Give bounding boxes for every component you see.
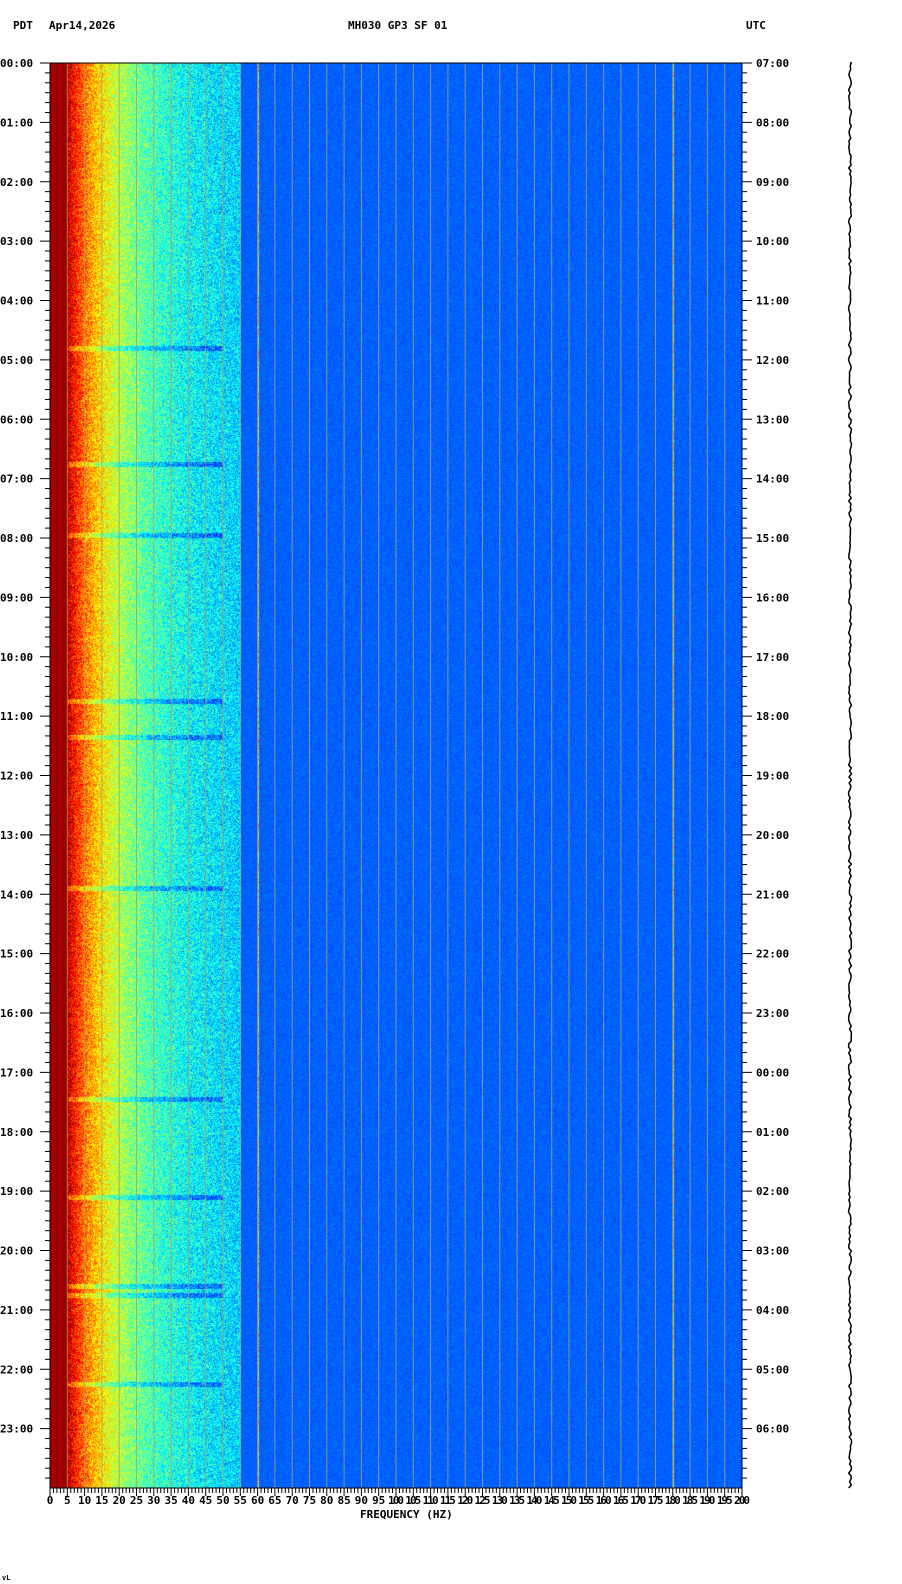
y-tick-label-left: 14:00 <box>0 888 33 901</box>
y-tick-label-left: 06:00 <box>0 413 33 426</box>
x-tick-label-125: 125 <box>475 1494 491 1507</box>
x-tick-label-15: 15 <box>95 1494 108 1507</box>
x-tick-label-130: 130 <box>492 1494 508 1507</box>
x-tick-label-160: 160 <box>596 1494 612 1507</box>
x-tick-label-135: 135 <box>509 1494 525 1507</box>
y-tick-label-right: 21:00 <box>756 888 789 901</box>
y-tick-label-right: 11:00 <box>756 295 789 308</box>
x-tick-label-20: 20 <box>113 1494 126 1507</box>
y-tick-label-left: 17:00 <box>0 1066 33 1079</box>
x-tick-label-200: 200 <box>734 1494 750 1507</box>
x-tick-label-120: 120 <box>457 1494 473 1507</box>
x-tick-label-155: 155 <box>578 1494 594 1507</box>
y-tick-label-left: 09:00 <box>0 591 33 604</box>
x-tick-label-90: 90 <box>355 1494 368 1507</box>
x-tick-label-105: 105 <box>405 1494 421 1507</box>
y-tick-label-left: 10:00 <box>0 651 33 664</box>
x-tick-label-175: 175 <box>648 1494 664 1507</box>
y-tick-label-right: 00:00 <box>756 1066 789 1079</box>
x-tick-label-150: 150 <box>561 1494 577 1507</box>
y-tick-label-right: 02:00 <box>756 1185 789 1198</box>
x-tick-label-140: 140 <box>526 1494 542 1507</box>
x-tick-label-45: 45 <box>199 1494 212 1507</box>
y-tick-label-right: 19:00 <box>756 770 789 783</box>
x-axis-label: FREQUENCY (HZ) <box>360 1508 453 1521</box>
y-tick-label-left: 07:00 <box>0 473 33 486</box>
x-tick-label-100: 100 <box>388 1494 404 1507</box>
x-tick-label-40: 40 <box>182 1494 195 1507</box>
seismic-trace <box>847 62 853 1489</box>
y-tick-label-left: 15:00 <box>0 948 33 961</box>
x-tick-label-70: 70 <box>286 1494 299 1507</box>
y-tick-label-left: 02:00 <box>0 176 33 189</box>
footer-mark: vL <box>2 1574 11 1582</box>
y-tick-label-right: 23:00 <box>756 1007 789 1020</box>
y-tick-label-left: 22:00 <box>0 1363 33 1376</box>
y-tick-label-left: 08:00 <box>0 532 33 545</box>
x-tick-label-0: 0 <box>47 1494 54 1507</box>
y-tick-label-left: 21:00 <box>0 1304 33 1317</box>
x-tick-label-80: 80 <box>320 1494 333 1507</box>
y-tick-label-left: 01:00 <box>0 116 33 129</box>
y-tick-label-right: 20:00 <box>756 829 789 842</box>
chart-axes: 0 5 10 15 20 25 30 35 40 45 50 55 60 65 70 75 80 85 90 95 10… <box>0 57 853 1507</box>
y-tick-label-right: 10:00 <box>756 235 789 248</box>
x-tick-label-95: 95 <box>372 1494 385 1507</box>
y-tick-label-left: 16:00 <box>0 1007 33 1020</box>
y-tick-label-left: 00:00 <box>0 57 33 70</box>
x-tick-label-165: 165 <box>613 1494 629 1507</box>
x-tick-label-10: 10 <box>78 1494 91 1507</box>
y-tick-label-right: 15:00 <box>756 532 789 545</box>
y-tick-label-right: 18:00 <box>756 710 789 723</box>
y-tick-label-right: 14:00 <box>756 473 789 486</box>
y-tick-label-right: 03:00 <box>756 1245 789 1258</box>
y-tick-label-right: 04:00 <box>756 1304 789 1317</box>
x-tick-label-75: 75 <box>303 1494 316 1507</box>
x-tick-label-180: 180 <box>665 1494 681 1507</box>
x-tick-label-185: 185 <box>682 1494 698 1507</box>
x-tick-label-65: 65 <box>268 1494 281 1507</box>
x-tick-label-30: 30 <box>147 1494 160 1507</box>
x-tick-label-115: 115 <box>440 1494 456 1507</box>
y-tick-label-left: 11:00 <box>0 710 33 723</box>
y-tick-label-left: 05:00 <box>0 354 33 367</box>
y-tick-label-left: 23:00 <box>0 1423 33 1436</box>
x-tick-label-25: 25 <box>130 1494 143 1507</box>
y-tick-label-right: 17:00 <box>756 651 789 664</box>
y-tick-label-right: 16:00 <box>756 591 789 604</box>
y-tick-label-right: 13:00 <box>756 413 789 426</box>
y-tick-label-right: 06:00 <box>756 1423 789 1436</box>
y-tick-label-right: 09:00 <box>756 176 789 189</box>
x-tick-label-50: 50 <box>216 1494 229 1507</box>
y-tick-label-right: 08:00 <box>756 116 789 129</box>
x-tick-label-145: 145 <box>544 1494 560 1507</box>
y-tick-label-left: 18:00 <box>0 1126 33 1139</box>
y-tick-label-left: 20:00 <box>0 1245 33 1258</box>
x-tick-label-190: 190 <box>699 1494 715 1507</box>
y-tick-label-left: 19:00 <box>0 1185 33 1198</box>
y-tick-label-left: 03:00 <box>0 235 33 248</box>
x-tick-label-170: 170 <box>630 1494 646 1507</box>
y-tick-label-right: 07:00 <box>756 57 789 70</box>
y-tick-label-left: 04:00 <box>0 295 33 308</box>
y-tick-label-right: 01:00 <box>756 1126 789 1139</box>
x-tick-label-110: 110 <box>423 1494 439 1507</box>
y-tick-label-left: 12:00 <box>0 770 33 783</box>
x-tick-label-60: 60 <box>251 1494 264 1507</box>
y-tick-label-right: 05:00 <box>756 1363 789 1376</box>
x-tick-label-55: 55 <box>234 1494 247 1507</box>
y-tick-label-right: 12:00 <box>756 354 789 367</box>
x-tick-label-5: 5 <box>64 1494 71 1507</box>
x-tick-label-35: 35 <box>164 1494 177 1507</box>
x-tick-label-195: 195 <box>717 1494 733 1507</box>
y-tick-label-left: 13:00 <box>0 829 33 842</box>
y-tick-label-right: 22:00 <box>756 948 789 961</box>
x-tick-label-85: 85 <box>337 1494 350 1507</box>
